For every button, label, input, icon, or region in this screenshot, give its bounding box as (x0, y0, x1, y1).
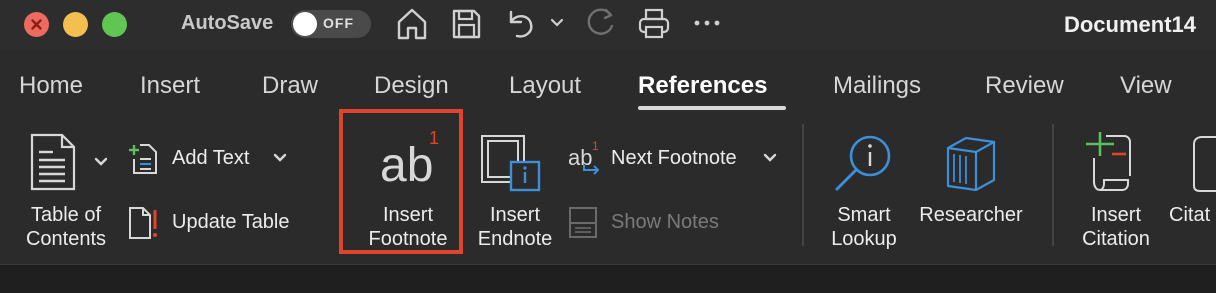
smart-lookup-label-line1: Smart (837, 204, 891, 226)
toggle-knob (293, 12, 317, 36)
insert-citation-icon[interactable] (1082, 130, 1136, 194)
insert-endnote-label-line1: Insert (489, 204, 541, 226)
insert-citation-label-line2: Citation (1082, 228, 1150, 250)
show-notes-icon[interactable] (568, 205, 598, 239)
insert-citation-label-line1: Insert (1090, 204, 1142, 226)
add-text-chevron-down-icon[interactable] (272, 151, 288, 165)
toc-chevron-down-icon[interactable] (93, 155, 109, 169)
autosave-state: OFF (323, 15, 354, 31)
insert-endnote-label-line2: Endnote (477, 228, 553, 250)
toc-label-line2: Contents (25, 228, 107, 250)
minimize-window-button[interactable] (63, 12, 88, 37)
tab-mailings[interactable]: Mailings (833, 72, 921, 100)
tab-insert[interactable]: Insert (140, 72, 200, 100)
active-tab-indicator (638, 106, 786, 110)
references-ribbon (0, 114, 1216, 264)
toc-label-line1: Table of (30, 204, 102, 226)
autosave-toggle[interactable]: OFF (291, 10, 371, 38)
home-icon[interactable] (395, 6, 429, 42)
insert-citation-button[interactable]: Insert Citation (1070, 203, 1162, 251)
tab-draw[interactable]: Draw (262, 72, 318, 100)
redo-icon[interactable] (582, 6, 618, 42)
tab-references[interactable]: References (638, 72, 767, 100)
smart-lookup-icon[interactable] (832, 132, 894, 194)
arrow-right-icon (583, 165, 600, 175)
smart-lookup-label-line2: Lookup (831, 228, 897, 250)
title-bar: AutoSave OFF Document14 (0, 0, 1216, 50)
table-of-contents-icon[interactable] (28, 132, 78, 192)
tab-view[interactable]: View (1120, 72, 1172, 100)
add-text-button[interactable]: Add Text (172, 146, 249, 170)
tab-review[interactable]: Review (985, 72, 1064, 100)
print-icon[interactable] (636, 6, 672, 42)
close-icon (31, 19, 42, 30)
next-footnote-icon-superscript: 1 (592, 139, 599, 153)
update-table-icon[interactable] (127, 205, 159, 241)
citations-icon[interactable] (1190, 134, 1216, 194)
researcher-icon[interactable] (944, 134, 998, 192)
chevron-down-icon[interactable] (549, 16, 565, 30)
insert-endnote-icon[interactable] (479, 132, 543, 194)
show-notes-button[interactable]: Show Notes (611, 210, 719, 234)
researcher-button[interactable]: Researcher (914, 203, 1028, 227)
insert-endnote-button[interactable]: Insert Endnote (466, 203, 564, 251)
document-area-edge (0, 264, 1216, 293)
next-footnote-button[interactable]: Next Footnote (611, 146, 737, 170)
ribbon-tabs: Home Insert Draw Design Layout Reference… (0, 50, 1216, 114)
citations-button[interactable]: Citat (1169, 203, 1216, 227)
update-table-button[interactable]: Update Table (172, 210, 290, 234)
table-of-contents-button[interactable]: Table of Contents (12, 203, 120, 251)
tab-design[interactable]: Design (374, 72, 449, 100)
save-icon[interactable] (449, 6, 483, 42)
smart-lookup-button[interactable]: Smart Lookup (822, 203, 906, 251)
insert-footnote-highlight (339, 109, 463, 254)
tab-home[interactable]: Home (19, 72, 83, 100)
next-footnote-chevron-down-icon[interactable] (762, 151, 778, 165)
close-window-button[interactable] (24, 12, 49, 37)
undo-icon[interactable] (503, 6, 539, 42)
next-footnote-icon[interactable]: ab 1 (568, 139, 604, 176)
tab-layout[interactable]: Layout (509, 72, 581, 100)
zoom-window-button[interactable] (102, 12, 127, 37)
add-text-icon[interactable] (127, 142, 159, 176)
more-icon[interactable] (693, 18, 721, 28)
document-title: Document14 (1063, 12, 1196, 37)
autosave-label: AutoSave (181, 12, 274, 34)
group-separator (1052, 124, 1054, 246)
group-separator (802, 124, 804, 246)
